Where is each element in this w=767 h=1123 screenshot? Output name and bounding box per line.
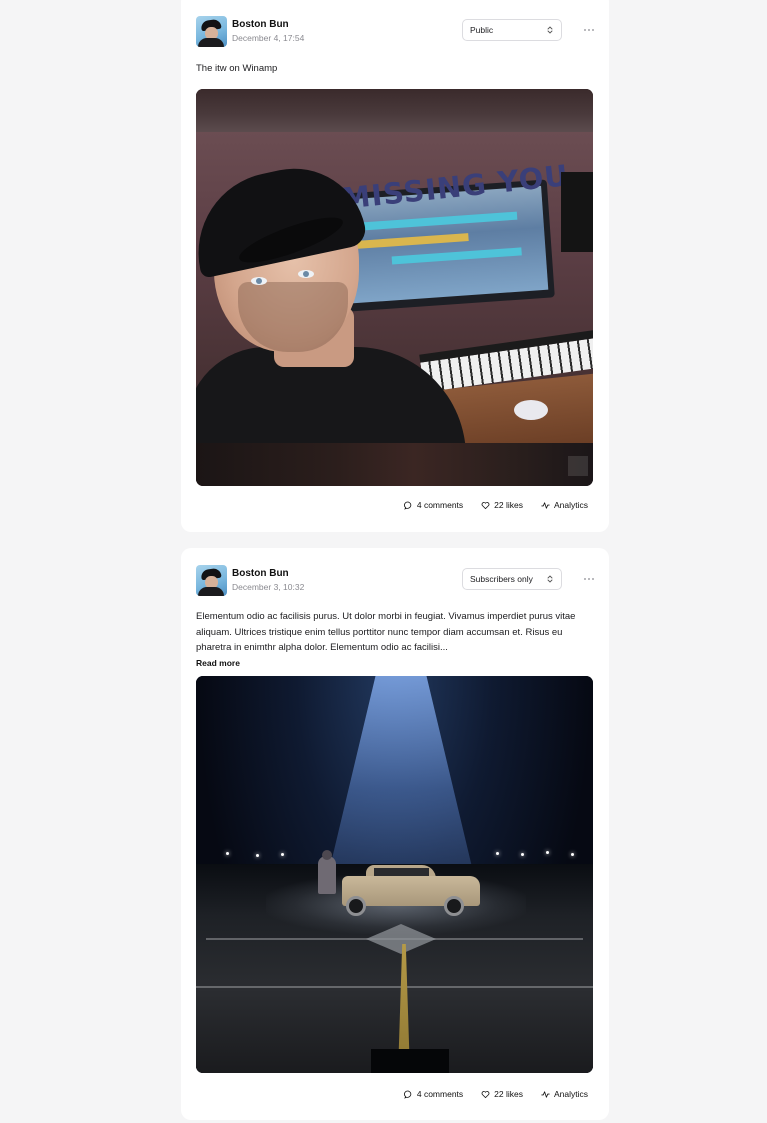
avatar[interactable]: [196, 564, 227, 596]
read-more-link[interactable]: Read more: [196, 658, 594, 668]
post-date: December 3, 10:32: [232, 582, 305, 592]
post-actions: 4 comments 22 likes Analytics: [403, 1086, 588, 1102]
author-meta: Boston Bun December 4, 17:54: [232, 18, 304, 44]
author-name[interactable]: Boston Bun: [232, 18, 304, 31]
avatar[interactable]: [196, 15, 227, 47]
visibility-select[interactable]: Subscribers only: [462, 568, 562, 590]
post-caption: The itw on Winamp: [196, 63, 278, 74]
analytics-label: Analytics: [553, 500, 588, 510]
comment-icon: [403, 501, 412, 510]
author-meta: Boston Bun December 3, 10:32: [232, 567, 304, 593]
visibility-select[interactable]: Public: [462, 19, 562, 41]
more-horizontal-icon: [584, 578, 594, 580]
post-caption: Elementum odio ac facilisis purus. Ut do…: [196, 611, 576, 653]
heart-icon: [481, 501, 490, 509]
heart-icon: [481, 1090, 490, 1098]
more-button[interactable]: [578, 19, 600, 41]
more-button[interactable]: [578, 568, 600, 590]
post-header: Boston Bun December 4, 17:54 Public: [196, 12, 594, 50]
post-actions: 4 comments 22 likes Analytics: [403, 497, 588, 513]
comments-count: 4 comments: [416, 1089, 464, 1099]
visibility-label: Public: [470, 25, 494, 35]
post-card: Boston Bun December 4, 17:54 Public The …: [181, 0, 609, 532]
comments-count: 4 comments: [416, 500, 464, 510]
post-card: Boston Bun December 3, 10:32 Subscribers…: [181, 548, 609, 1120]
chevron-up-down-icon: [547, 26, 553, 34]
more-horizontal-icon: [584, 29, 594, 31]
post-header: Boston Bun December 3, 10:32 Subscribers…: [196, 561, 594, 599]
comments-button[interactable]: 4 comments: [403, 500, 464, 510]
analytics-label: Analytics: [553, 1089, 588, 1099]
activity-icon: [541, 501, 550, 509]
post-image[interactable]: MISSING YOU: [196, 88, 593, 486]
comments-button[interactable]: 4 comments: [403, 1089, 464, 1099]
analytics-button[interactable]: Analytics: [541, 1089, 588, 1099]
activity-icon: [541, 1090, 550, 1098]
like-button[interactable]: 22 likes: [481, 1089, 523, 1099]
visibility-label: Subscribers only: [470, 574, 533, 584]
post-image[interactable]: [196, 676, 593, 1073]
likes-count: 22 likes: [494, 1089, 523, 1099]
like-button[interactable]: 22 likes: [481, 500, 523, 510]
analytics-button[interactable]: Analytics: [541, 500, 588, 510]
author-name[interactable]: Boston Bun: [232, 567, 304, 580]
comment-icon: [403, 1090, 412, 1099]
post-date: December 4, 17:54: [232, 33, 305, 43]
chevron-up-down-icon: [547, 575, 553, 583]
likes-count: 22 likes: [494, 500, 523, 510]
